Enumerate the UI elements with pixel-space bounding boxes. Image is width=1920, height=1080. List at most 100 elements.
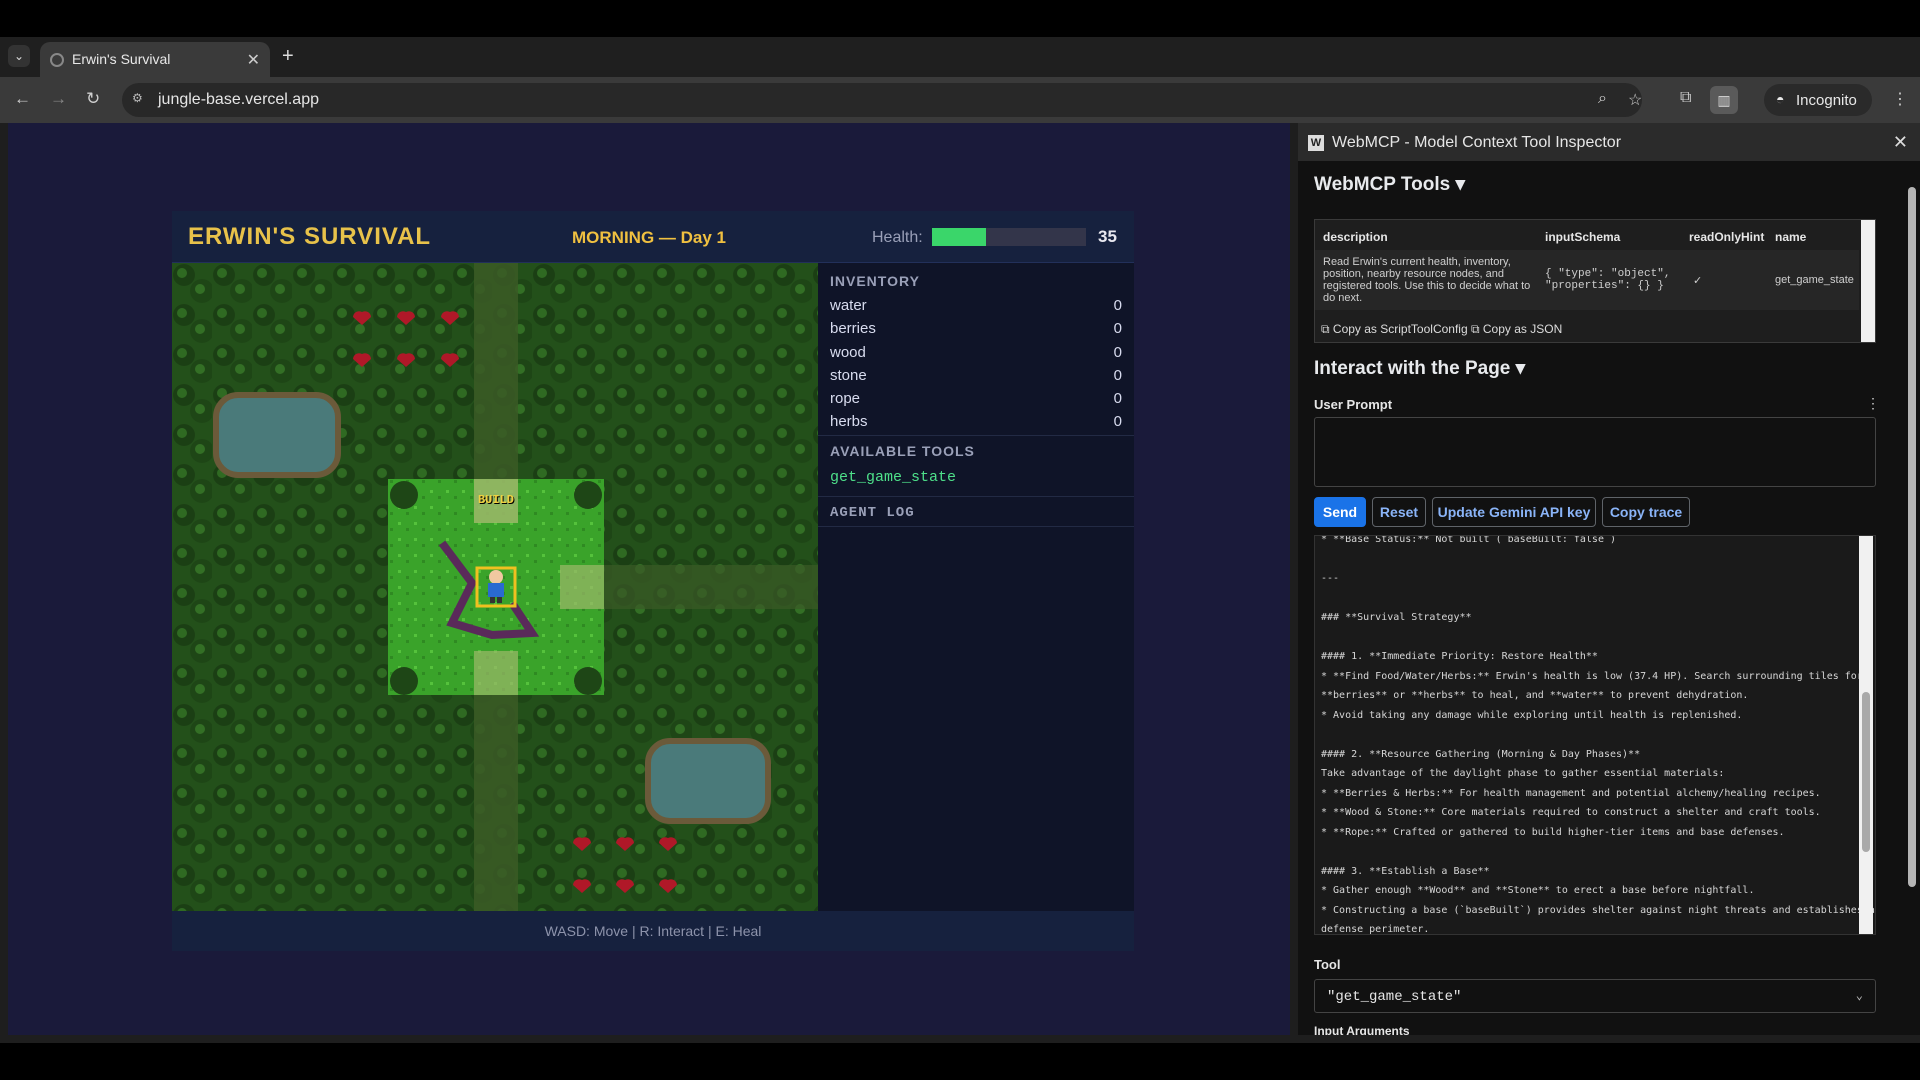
tab-strip: ⌄ Erwin's Survival ✕ +	[0, 37, 1920, 77]
reset-button[interactable]: Reset	[1372, 497, 1426, 527]
column-header[interactable]: readOnlyHint	[1689, 230, 1764, 244]
tool-name: get_game_state	[1775, 274, 1854, 286]
trace-line: ### **Survival Strategy**	[1321, 612, 1472, 623]
screen-top-bar	[0, 0, 1920, 37]
trace-scrollbar[interactable]	[1859, 536, 1873, 934]
bookmark-star-icon[interactable]: ☆	[1628, 90, 1642, 110]
tree-nw	[390, 481, 418, 509]
agent-log-header: AGENT LOG	[830, 505, 915, 521]
trace-line: * Avoid taking any damage while explorin…	[1321, 709, 1743, 721]
extensions-icon[interactable]: ⧉	[1680, 89, 1691, 107]
tool-select[interactable]: "get_game_state" ⌄	[1314, 979, 1876, 1013]
tree-sw	[390, 667, 418, 695]
game-title: ERWIN'S SURVIVAL	[188, 223, 432, 250]
browser-toolbar: ← → ↻ ⚙ jungle-base.vercel.app ⌕ ☆ ⧉ ▥ ◓…	[0, 77, 1920, 123]
copy-json-button[interactable]: Copy as JSON	[1483, 322, 1562, 336]
copy-icon: ⧉	[1470, 322, 1483, 336]
game-header: ERWIN'S SURVIVAL MORNING — Day 1 Health:…	[172, 211, 1134, 263]
response-trace[interactable]: defense perimeter. * Constructing a base …	[1314, 535, 1876, 935]
trace-line: * **Base Status:** Not built (`baseBuilt…	[1321, 535, 1617, 545]
active-tab[interactable]: Erwin's Survival ✕	[40, 42, 270, 77]
table-scrollbar[interactable]	[1861, 220, 1875, 342]
tools-list: get_game_state	[818, 461, 1134, 497]
close-icon[interactable]: ✕	[1893, 132, 1908, 153]
path-tile-east	[560, 565, 604, 609]
copy-config-button[interactable]: Copy as ScriptToolConfig	[1333, 322, 1468, 336]
controls-hint: WASD: Move | R: Interact | E: Heal	[172, 911, 1134, 951]
health-bar	[932, 228, 1086, 246]
inspector-scrollbar-thumb[interactable]	[1908, 187, 1916, 887]
user-prompt-input[interactable]	[1314, 417, 1876, 487]
address-bar[interactable]: ⚙ jungle-base.vercel.app ⌕ ☆	[122, 83, 1642, 117]
tool-description: Read Erwin's current health, inventory, …	[1323, 256, 1531, 304]
inspector-title: WebMCP - Model Context Tool Inspector	[1332, 134, 1622, 151]
column-header[interactable]: name	[1775, 230, 1806, 244]
health-bar-fill	[932, 228, 986, 246]
send-button[interactable]: Send	[1314, 497, 1366, 527]
player-body[interactable]	[488, 583, 504, 597]
copy-trace-button[interactable]: Copy trace	[1602, 497, 1690, 527]
tools-table: description inputSchema readOnlyHint nam…	[1314, 219, 1876, 343]
address-url[interactable]: jungle-base.vercel.app	[158, 91, 319, 109]
forward-arrow-icon[interactable]: →	[50, 89, 67, 109]
column-header[interactable]: inputSchema	[1545, 230, 1620, 244]
incognito-badge[interactable]: ◓ Incognito	[1764, 84, 1872, 116]
inventory-item: berries 0	[830, 320, 1122, 337]
agent-log-section: AGENT LOG	[818, 497, 1134, 527]
tab-close-icon[interactable]: ✕	[247, 50, 260, 70]
available-tools-header: AVAILABLE TOOLS	[830, 443, 975, 459]
trace-line: * Gather enough **Wood** and **Stone** t…	[1321, 885, 1755, 896]
zoom-icon[interactable]: ⌕	[1598, 90, 1607, 108]
path-tile-south	[474, 651, 518, 695]
pond-south-east	[645, 738, 771, 824]
inspector-header: W WebMCP - Model Context Tool Inspector …	[1298, 123, 1920, 161]
new-tab-button[interactable]: +	[282, 45, 294, 68]
page-content: ERWIN'S SURVIVAL MORNING — Day 1 Health:…	[0, 123, 1920, 1043]
copy-actions: ⧉ Copy as ScriptToolConfig ⧉ Copy as JSO…	[1321, 322, 1562, 337]
inspector-body: WebMCP Tools ▾ description inputSchema r…	[1298, 161, 1904, 1035]
trace-line: #### 3. **Establish a Base**	[1321, 865, 1490, 877]
reload-icon[interactable]: ↻	[86, 89, 100, 109]
prompt-options-icon[interactable]: ⋮	[1866, 395, 1880, 412]
trace-line: * **Wood & Stone:** Core materials requi…	[1321, 807, 1821, 818]
column-header[interactable]: description	[1323, 230, 1388, 244]
tab-search-button[interactable]: ⌄	[8, 45, 30, 67]
trace-line: ---	[1321, 573, 1340, 584]
trace-scrollbar-thumb[interactable]	[1862, 692, 1870, 852]
inventory-item: wood 0	[830, 344, 1122, 361]
browser-menu-icon[interactable]: ⋮	[1892, 89, 1908, 109]
tree-se	[574, 667, 602, 695]
inventory-item: water 0	[830, 297, 1122, 314]
trace-line: **berries** or **herbs** to heal, and **…	[1321, 690, 1749, 701]
screen-bottom-bar	[0, 1043, 1920, 1080]
back-arrow-icon[interactable]: ←	[14, 89, 31, 109]
inspector-scrollbar[interactable]	[1904, 161, 1920, 1035]
trace-line: * Constructing a base (`baseBuilt`) prov…	[1321, 904, 1875, 916]
interact-heading[interactable]: Interact with the Page ▾	[1314, 357, 1525, 380]
inventory-item: rope 0	[830, 390, 1122, 407]
side-panel-icon[interactable]: ▥	[1710, 86, 1738, 114]
game-map[interactable]: BUILD	[172, 263, 818, 911]
trace-line: Take advantage of the daylight phase to …	[1321, 768, 1725, 779]
player-leg-left	[490, 597, 495, 603]
trace-line: #### 2. **Resource Gathering (Morning & …	[1321, 748, 1641, 760]
trace-line: * **Berries & Herbs:** For health manage…	[1321, 787, 1821, 799]
input-arguments-label: Input Arguments	[1314, 1024, 1410, 1035]
map-canvas	[172, 263, 818, 911]
game-sidebar: INVENTORY water 0 berries 0 wood 0 stone 0 r…	[818, 263, 1134, 911]
webmcp-logo-icon: W	[1308, 135, 1324, 151]
tool-select-value: "get_game_state"	[1327, 989, 1462, 1005]
update-api-key-button[interactable]: Update Gemini API key	[1432, 497, 1596, 527]
inventory-header: INVENTORY	[830, 273, 920, 289]
day-phase: MORNING — Day 1	[572, 228, 726, 247]
site-info-icon[interactable]: ⚙	[132, 91, 150, 109]
tool-item[interactable]: get_game_state	[830, 469, 956, 486]
player-leg-right	[497, 597, 502, 603]
game-viewport: ERWIN'S SURVIVAL MORNING — Day 1 Health:…	[8, 123, 1290, 1035]
health-value: 35	[1098, 227, 1117, 246]
trace-line: #### 1. **Immediate Priority: Restore He…	[1321, 651, 1598, 662]
copy-icon: ⧉	[1321, 322, 1333, 336]
tool-label: Tool	[1314, 957, 1341, 972]
tools-heading[interactable]: WebMCP Tools ▾	[1314, 173, 1465, 196]
tree-ne	[574, 481, 602, 509]
